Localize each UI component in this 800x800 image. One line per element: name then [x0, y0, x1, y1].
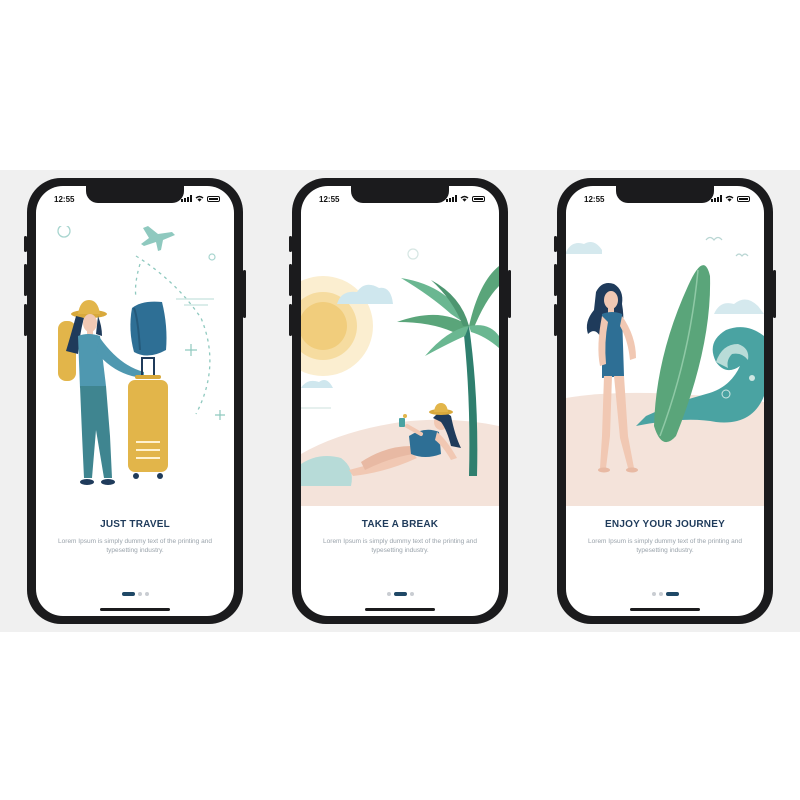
signal-icon — [446, 195, 457, 202]
page-dot-1[interactable] — [121, 592, 135, 596]
phone-mockup-2: 12:55 TAKE A BREAK Lorem Ipsum is simply… — [289, 178, 511, 624]
onboarding-description: Lorem Ipsum is simply dummy text of the … — [588, 538, 742, 554]
mute-switch — [24, 236, 27, 252]
illustration-surfer — [566, 236, 764, 506]
home-indicator[interactable] — [365, 608, 435, 611]
status-time: 12:55 — [319, 195, 340, 204]
volume-down-button — [289, 304, 292, 336]
power-button — [773, 270, 776, 318]
page-dot-3[interactable] — [144, 592, 149, 596]
wifi-icon — [460, 195, 469, 202]
onboarding-screen-1: 12:55 JUST TRAVEL Lorem Ipsum is simply … — [36, 186, 234, 616]
notch — [86, 186, 184, 203]
battery-icon — [737, 195, 750, 202]
status-icons — [446, 195, 485, 202]
page-dot-3[interactable] — [409, 592, 414, 596]
page-indicator — [566, 592, 764, 596]
page-indicator — [36, 592, 234, 596]
power-button — [508, 270, 511, 318]
home-indicator[interactable] — [630, 608, 700, 611]
volume-up-button — [554, 264, 557, 296]
notch — [616, 186, 714, 203]
page-dot-1[interactable] — [651, 592, 656, 596]
status-time: 12:55 — [54, 195, 75, 204]
status-icons — [711, 195, 750, 202]
onboarding-description: Lorem Ipsum is simply dummy text of the … — [323, 538, 477, 554]
page-indicator — [301, 592, 499, 596]
notch — [351, 186, 449, 203]
status-icons — [181, 195, 220, 202]
page-dot-3[interactable] — [665, 592, 679, 596]
battery-icon — [472, 195, 485, 202]
illustration-beach — [301, 248, 499, 506]
airplane-icon — [141, 226, 175, 251]
mute-switch — [554, 236, 557, 252]
battery-icon — [207, 195, 220, 202]
wifi-icon — [195, 195, 204, 202]
onboarding-screen-2: 12:55 TAKE A BREAK Lorem Ipsum is simply… — [301, 186, 499, 616]
phone-mockup-3: 12:55 ENJOY YOUR JOURNEY Lorem Ipsum is … — [554, 178, 776, 624]
signal-icon — [181, 195, 192, 202]
volume-up-button — [289, 264, 292, 296]
page-dot-1[interactable] — [386, 592, 391, 596]
onboarding-title: JUST TRAVEL — [100, 519, 170, 530]
status-time: 12:55 — [584, 195, 605, 204]
page-dot-2[interactable] — [137, 592, 142, 596]
onboarding-description: Lorem Ipsum is simply dummy text of the … — [58, 538, 212, 554]
page-dot-2[interactable] — [393, 592, 407, 596]
volume-down-button — [554, 304, 557, 336]
illustration-traveler — [57, 226, 225, 485]
volume-down-button — [24, 304, 27, 336]
wifi-icon — [725, 195, 734, 202]
phone-mockup-1: 12:55 JUST TRAVEL Lorem Ipsum is simply … — [24, 178, 246, 624]
home-indicator[interactable] — [100, 608, 170, 611]
onboarding-title: ENJOY YOUR JOURNEY — [605, 519, 725, 530]
volume-up-button — [24, 264, 27, 296]
signal-icon — [711, 195, 722, 202]
page-dot-2[interactable] — [658, 592, 663, 596]
onboarding-screen-3: 12:55 ENJOY YOUR JOURNEY Lorem Ipsum is … — [566, 186, 764, 616]
onboarding-title: TAKE A BREAK — [361, 519, 439, 530]
power-button — [243, 270, 246, 318]
mute-switch — [289, 236, 292, 252]
